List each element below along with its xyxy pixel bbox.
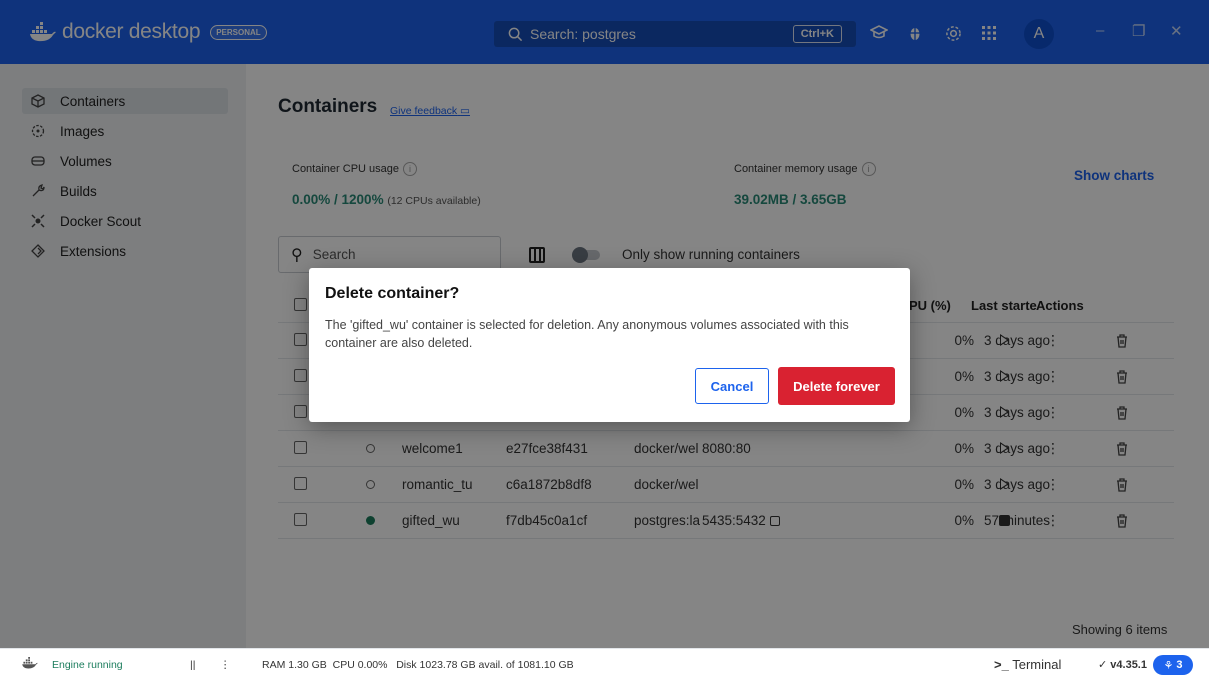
terminal-label: Terminal xyxy=(1012,657,1062,672)
engine-status[interactable]: Engine running xyxy=(52,659,123,671)
whale-status-icon xyxy=(22,657,38,672)
status-bar: Engine running || ⋮ RAM 1.30 GB CPU 0.00… xyxy=(0,648,1209,680)
notifications-button[interactable]: ⚘ 3 xyxy=(1153,655,1193,675)
bell-icon: ⚘ xyxy=(1163,659,1174,672)
version-info[interactable]: ✓ v4.35.1 xyxy=(1098,658,1147,671)
dialog-message: The 'gifted_wu' container is selected fo… xyxy=(325,318,849,350)
dialog-title: Delete container? xyxy=(325,285,460,302)
version-label: v4.35.1 xyxy=(1110,659,1147,671)
notification-count: 3 xyxy=(1176,659,1183,671)
resource-usage: RAM 1.30 GB CPU 0.00% Disk 1023.78 GB av… xyxy=(262,659,574,671)
terminal-prompt-icon: >_ xyxy=(994,657,1009,672)
pause-engine-icon[interactable]: || xyxy=(190,659,195,671)
cancel-button[interactable]: Cancel xyxy=(695,368,769,404)
delete-forever-button[interactable]: Delete forever xyxy=(778,367,895,405)
terminal-button[interactable]: >_ Terminal xyxy=(994,657,1061,672)
update-check-icon: ✓ xyxy=(1098,659,1108,671)
engine-menu-icon[interactable]: ⋮ xyxy=(220,659,231,671)
delete-container-dialog: Delete container? The 'gifted_wu' contai… xyxy=(309,268,910,422)
